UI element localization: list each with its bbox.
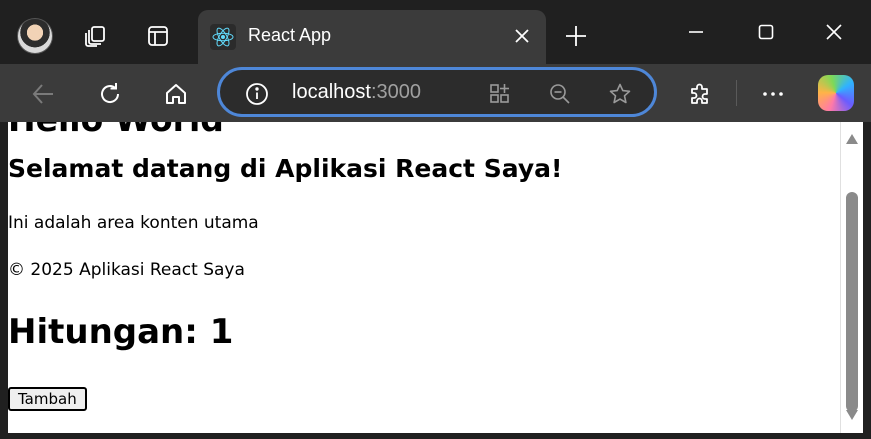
tab-actions-icon[interactable]: [142, 20, 174, 52]
page-viewport: Hello World Selamat datang di Aplikasi R…: [8, 122, 840, 433]
new-tab-button[interactable]: [560, 20, 592, 52]
copilot-icon[interactable]: [818, 75, 854, 111]
tab-active[interactable]: React App: [198, 10, 546, 64]
close-icon[interactable]: [512, 26, 532, 46]
react-logo-icon: [210, 24, 236, 50]
address-port: :3000: [370, 81, 421, 103]
vertical-scrollbar[interactable]: [840, 122, 863, 433]
profile-avatar[interactable]: [17, 18, 53, 54]
refresh-icon[interactable]: [92, 76, 128, 112]
address-url[interactable]: localhost:3000: [292, 81, 421, 104]
info-icon[interactable]: [244, 81, 270, 107]
page-heading: Hello World: [8, 122, 224, 139]
minimize-icon[interactable]: [674, 14, 718, 50]
home-icon[interactable]: [158, 76, 194, 112]
back-arrow-icon[interactable]: [25, 76, 61, 112]
maximize-icon[interactable]: [744, 14, 788, 50]
star-icon[interactable]: [606, 80, 634, 108]
tab-strip: React App: [0, 0, 871, 64]
scroll-up-arrow-icon[interactable]: [845, 132, 859, 146]
zoom-out-icon[interactable]: [546, 80, 574, 108]
scroll-down-arrow-icon[interactable]: [845, 408, 859, 422]
tab-title: React App: [248, 25, 332, 45]
counter-heading: Hitungan: 1: [8, 312, 234, 352]
scrollbar-thumb[interactable]: [846, 192, 858, 412]
close-window-icon[interactable]: [812, 14, 856, 50]
app-available-icon[interactable]: [486, 80, 514, 108]
address-host: localhost: [292, 81, 371, 103]
browser-window: React App localhost:3000 Selamat datang …: [0, 0, 871, 439]
footer-text: © 2025 Aplikasi React Saya: [8, 260, 245, 280]
add-button[interactable]: Tambah: [8, 387, 87, 411]
window-frame-bottom: [0, 433, 871, 439]
welcome-heading: Selamat datang di Aplikasi React Saya!: [8, 154, 563, 183]
window-frame-right: [863, 122, 871, 439]
puzzle-icon[interactable]: [682, 76, 718, 112]
address-bar[interactable]: localhost:3000: [217, 67, 657, 117]
toolbar-divider: [736, 80, 737, 106]
workspaces-icon[interactable]: [80, 20, 112, 52]
main-content-text: Ini adalah area konten utama: [8, 213, 259, 233]
browser-toolbar: localhost:3000: [0, 64, 871, 122]
window-frame-left: [0, 122, 8, 439]
more-icon[interactable]: [755, 76, 791, 112]
